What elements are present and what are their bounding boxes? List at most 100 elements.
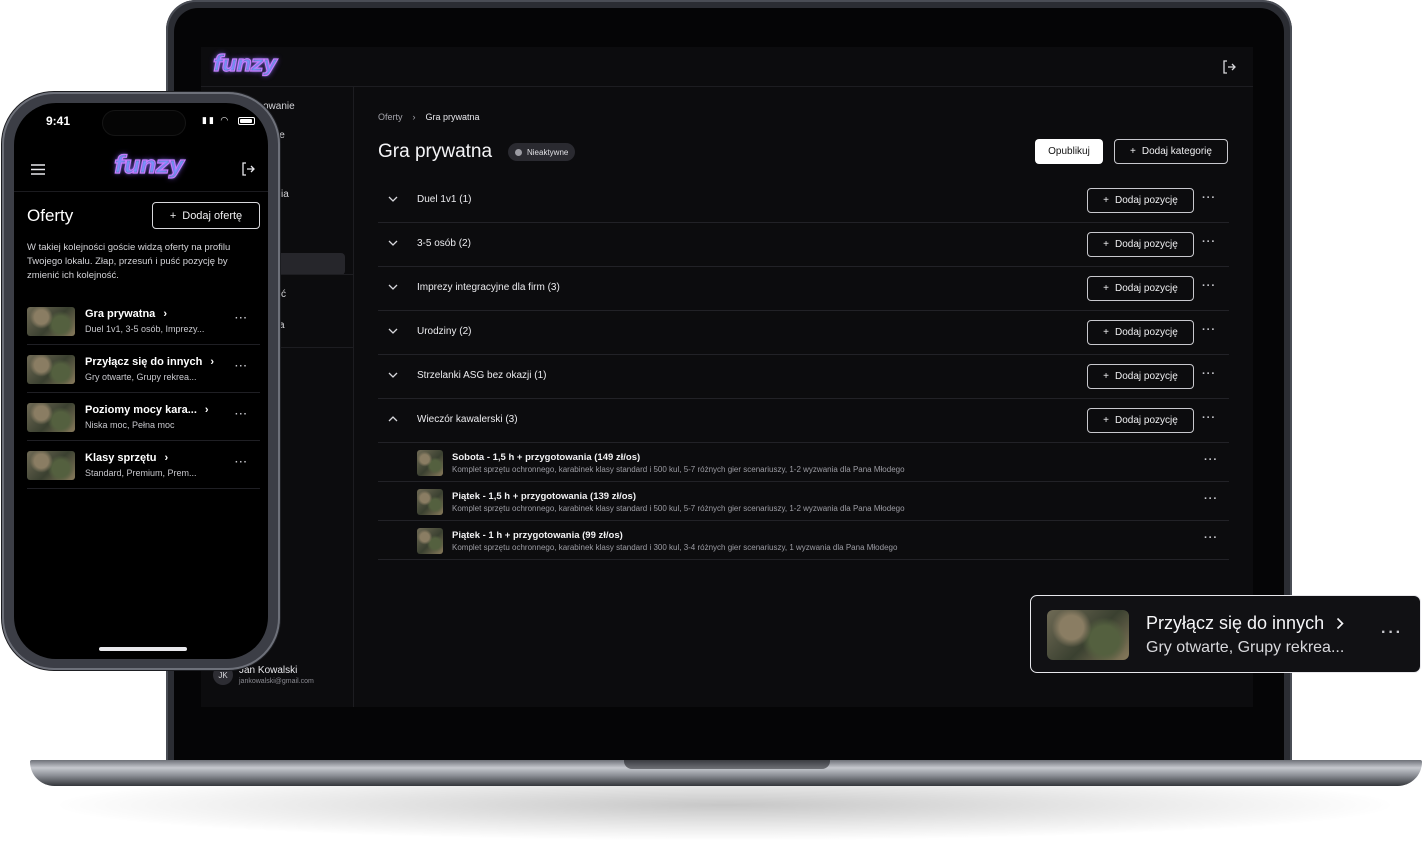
more-options-icon[interactable]: ··· — [235, 313, 248, 324]
breadcrumb-current: Gra prywatna — [425, 112, 480, 122]
position-row[interactable]: Piątek - 1 h + przygotowania (99 zł/os) … — [378, 521, 1229, 560]
offer-list-item[interactable]: Klasy sprzętu › Standard, Premium, Prem..… — [27, 441, 260, 489]
funzy-logo[interactable]: funzy — [113, 150, 184, 179]
add-position-label: Dodaj pozycję — [1115, 327, 1178, 338]
add-position-button[interactable]: + Dodaj pozycję — [1087, 232, 1194, 257]
offer-title: Przyłącz się do innych › — [85, 356, 214, 368]
phone-frame: 9:41 ▮▮ ◠ funzy Oferty + Dodaj ofertę W … — [2, 92, 280, 670]
add-position-label: Dodaj pozycję — [1115, 415, 1178, 426]
add-position-label: Dodaj pozycję — [1115, 283, 1178, 294]
plus-icon: + — [1103, 195, 1110, 206]
battery-icon — [238, 117, 255, 125]
offer-list-item[interactable]: Poziomy mocy kara... › Niska moc, Pełna m… — [27, 393, 260, 441]
position-row[interactable]: Piątek - 1,5 h + przygotowania (139 zł/o… — [378, 482, 1229, 521]
category-row[interactable]: Imprezy integracyjne dla firm (3) + Dodaj… — [378, 267, 1229, 311]
category-row[interactable]: 3-5 osób (2) + Dodaj pozycję ··· — [378, 223, 1229, 267]
plus-icon: + — [1130, 146, 1136, 157]
add-position-button[interactable]: + Dodaj pozycję — [1087, 408, 1194, 433]
offer-subtitle: Duel 1v1, 3-5 osób, Imprezy... — [85, 324, 205, 334]
chevron-down-icon[interactable] — [386, 324, 400, 338]
breadcrumb-link-oferty[interactable]: Oferty — [378, 112, 403, 122]
breadcrumb: Oferty › Gra prywatna — [378, 112, 480, 122]
offer-subtitle: Gry otwarte, Grupy rekrea... — [1146, 639, 1345, 656]
more-options-icon[interactable]: ··· — [1202, 412, 1216, 424]
offer-thumbnail — [1047, 610, 1129, 660]
category-row[interactable]: Urodziny (2) + Dodaj pozycję ··· — [378, 311, 1229, 355]
position-thumbnail — [417, 528, 443, 554]
status-dot-icon — [515, 148, 522, 156]
add-position-button[interactable]: + Dodaj pozycję — [1087, 188, 1194, 213]
page-title: Gra prywatna — [378, 141, 493, 162]
add-position-button[interactable]: + Dodaj pozycję — [1087, 320, 1194, 345]
offer-title: Przyłącz się do innych — [1146, 613, 1344, 634]
more-options-icon[interactable]: ··· — [1204, 454, 1218, 466]
add-position-button[interactable]: + Dodaj pozycję — [1087, 276, 1194, 301]
more-options-icon[interactable]: ··· — [235, 361, 248, 372]
funzy-logo[interactable]: funzy — [212, 51, 277, 77]
offer-title: Klasy sprzętu › — [85, 452, 168, 464]
offer-title-text: Poziomy mocy kara... — [85, 404, 197, 416]
add-position-label: Dodaj pozycję — [1115, 239, 1178, 250]
category-label: Wieczór kawalerski (3) — [417, 414, 518, 425]
offer-subtitle: Gry otwarte, Grupy rekrea... — [85, 372, 197, 382]
offer-subtitle: Niska moc, Pełna moc — [85, 420, 175, 430]
category-label: Urodziny (2) — [417, 326, 472, 337]
more-options-icon[interactable]: ··· — [1202, 192, 1216, 204]
more-options-icon[interactable]: ··· — [1381, 624, 1403, 642]
category-label: Imprezy integracyjne dla firm (3) — [417, 282, 560, 293]
chevron-down-icon[interactable] — [386, 236, 400, 250]
floating-offer-card[interactable]: Przyłącz się do innych Gry otwarte, Grup… — [1030, 595, 1421, 673]
add-offer-button[interactable]: + Dodaj ofertę — [152, 202, 260, 229]
info-text: W takiej kolejności goście widzą oferty … — [27, 242, 231, 281]
offer-title-text: Gra prywatna — [85, 308, 156, 320]
logout-icon[interactable] — [1219, 57, 1239, 77]
position-title: Sobota - 1,5 h + przygotowania (149 zł/o… — [452, 452, 641, 463]
plus-icon: + — [169, 209, 177, 222]
offer-title: Poziomy mocy kara... › — [85, 404, 209, 416]
offer-thumbnail — [27, 403, 75, 432]
more-options-icon[interactable]: ··· — [1202, 368, 1216, 380]
more-options-icon[interactable]: ··· — [235, 409, 248, 420]
plus-icon: + — [1103, 327, 1110, 338]
chevron-up-icon[interactable] — [386, 412, 400, 426]
more-options-icon[interactable]: ··· — [1202, 324, 1216, 336]
status-time: 9:41 — [46, 114, 71, 128]
signal-wifi-icon: ▮▮ ◠ — [202, 115, 231, 125]
status-badge-label: Nieaktywne — [527, 147, 569, 157]
home-indicator[interactable] — [99, 647, 187, 651]
publish-button[interactable]: Opublikuj — [1035, 139, 1103, 164]
laptop-notch — [624, 760, 830, 769]
add-category-label: Dodaj kategorię — [1141, 146, 1212, 157]
dynamic-island — [103, 111, 185, 135]
more-options-icon[interactable]: ··· — [1202, 280, 1216, 292]
position-title: Piątek - 1 h + przygotowania (99 zł/os) — [452, 530, 623, 541]
more-options-icon[interactable]: ··· — [1202, 236, 1216, 248]
category-row[interactable]: Duel 1v1 (1) + Dodaj pozycję ··· — [378, 179, 1229, 223]
hamburger-menu-icon[interactable] — [30, 161, 46, 177]
page-title: Oferty — [27, 206, 74, 225]
add-category-button[interactable]: + Dodaj kategorię — [1114, 139, 1228, 164]
offer-list-item[interactable]: Gra prywatna › Duel 1v1, 3-5 osób, Imprez… — [27, 297, 260, 345]
position-row[interactable]: Sobota - 1,5 h + przygotowania (149 zł/o… — [378, 443, 1229, 482]
add-position-button[interactable]: + Dodaj pozycję — [1087, 364, 1194, 389]
logout-icon[interactable] — [240, 161, 256, 177]
chevron-down-icon[interactable] — [386, 192, 400, 206]
more-options-icon[interactable]: ··· — [235, 457, 248, 468]
category-row[interactable]: Strzelanki ASG bez okazji (1) + Dodaj poz… — [378, 355, 1229, 399]
user-email: jankowalski@gmail.com — [239, 678, 314, 685]
more-options-icon[interactable]: ··· — [1204, 493, 1218, 505]
top-bar: funzy — [201, 47, 1253, 87]
header-divider — [14, 191, 268, 192]
chevron-right-icon: › — [210, 356, 215, 368]
more-options-icon[interactable]: ··· — [1204, 532, 1218, 544]
offer-list-item[interactable]: Przyłącz się do innych › Gry otwarte, Gru… — [27, 345, 260, 393]
chevron-down-icon[interactable] — [386, 368, 400, 382]
position-thumbnail — [417, 450, 443, 476]
position-description: Komplet sprzętu ochronnego, karabinek kl… — [452, 504, 905, 513]
plus-icon: + — [1103, 415, 1110, 426]
category-row-expanded[interactable]: Wieczór kawalerski (3) + Dodaj pozycję ··… — [378, 399, 1229, 443]
chevron-down-icon[interactable] — [386, 280, 400, 294]
add-position-label: Dodaj pozycję — [1115, 195, 1178, 206]
add-offer-label: Dodaj ofertę — [182, 209, 243, 222]
chevron-right-icon: › — [164, 452, 169, 464]
